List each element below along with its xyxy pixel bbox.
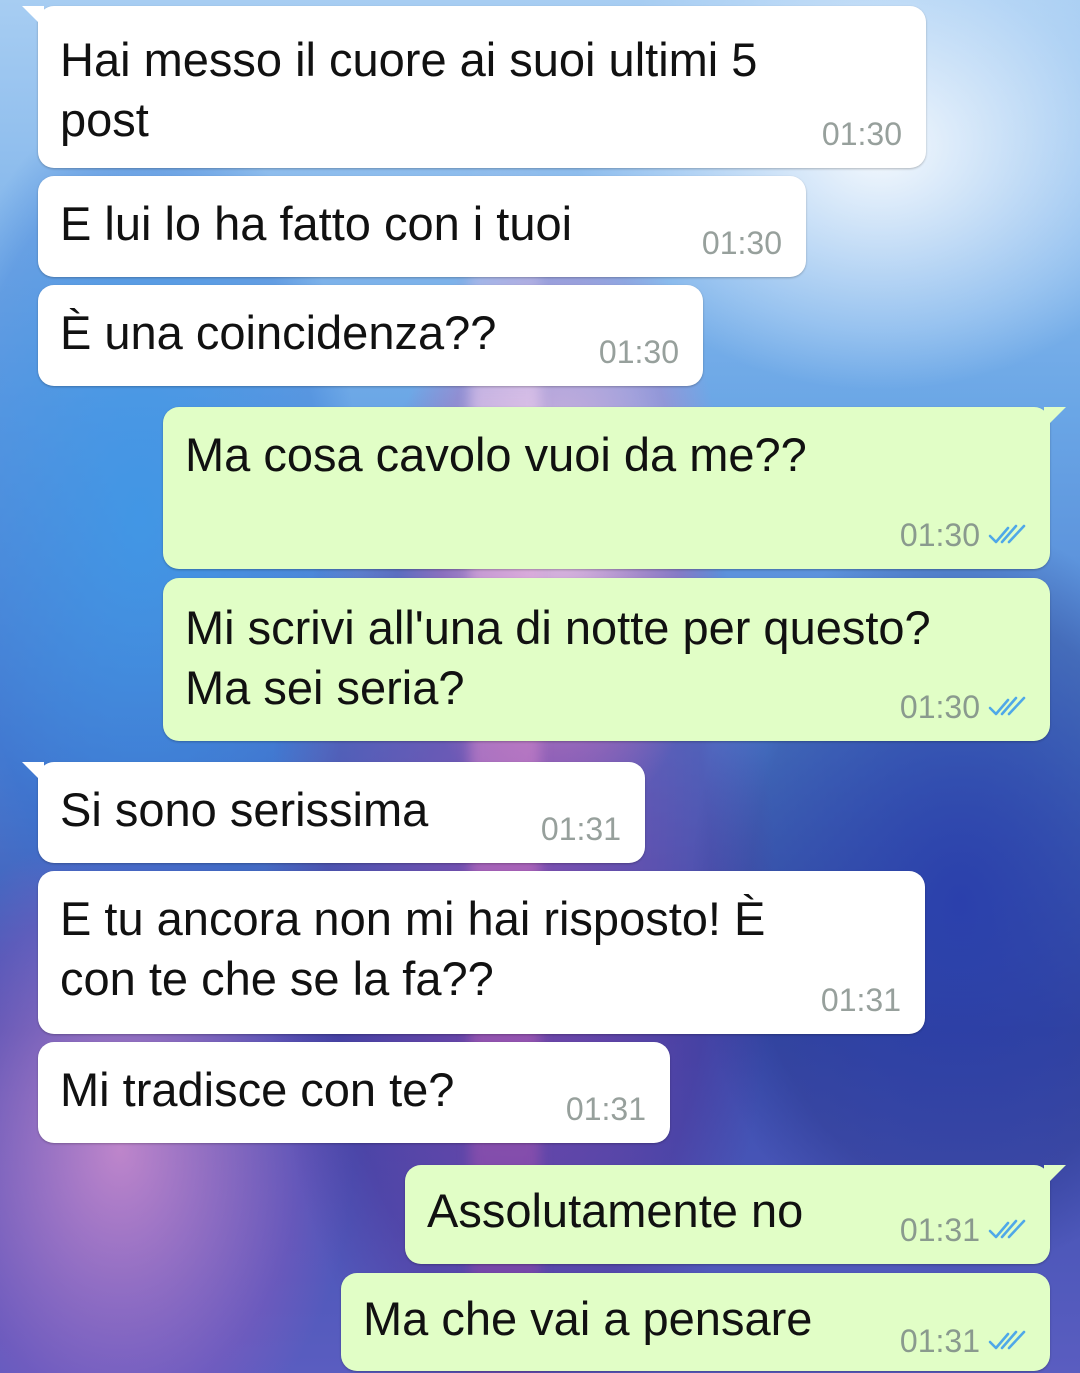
message-line: E lui lo ha fatto con i tuoi <box>60 197 573 250</box>
message-meta: 01:30 <box>900 689 1026 725</box>
message-bubble-incoming[interactable]: E tu ancora non mi hai risposto! È con t… <box>38 871 925 1034</box>
double-check-read-icon <box>988 1330 1026 1350</box>
message-timestamp: 01:30 <box>598 334 679 370</box>
message-text: È una coincidenza?? <box>60 303 496 363</box>
message-bubble-outgoing[interactable]: Assolutamente no 01:31 <box>405 1165 1066 1264</box>
message-text: Ma cosa cavolo vuoi da me?? <box>185 425 807 485</box>
message-text: Ma che vai a pensare <box>363 1289 812 1349</box>
message-line: Ma che vai a pensare <box>363 1292 813 1345</box>
message-meta: 01:31 <box>541 811 621 847</box>
message-line: Hai messo il cuore ai suoi ultimi 5 <box>60 33 758 86</box>
bubble-tail <box>1044 1165 1066 1187</box>
message-meta: 01:30 <box>822 116 902 152</box>
message-line: Si sono serissima <box>60 783 429 836</box>
bubble-tail <box>22 6 44 28</box>
message-meta: 01:31 <box>821 982 901 1018</box>
message-line: Ma sei seria? <box>185 661 465 714</box>
message-line: È una coincidenza?? <box>60 306 497 359</box>
double-check-read-icon <box>988 1219 1026 1239</box>
message-text: Mi tradisce con te? <box>60 1060 454 1120</box>
message-bubble-incoming[interactable]: È una coincidenza?? 01:30 <box>38 285 703 386</box>
message-timestamp: 01:31 <box>565 1091 646 1127</box>
message-line: Mi scrivi all'una di notte per questo? <box>185 601 931 654</box>
message-bubble-outgoing[interactable]: Mi scrivi all'una di notte per questo? M… <box>163 578 1050 741</box>
message-timestamp: 01:30 <box>899 689 980 725</box>
message-line: Ma cosa cavolo vuoi da me?? <box>185 428 807 481</box>
message-text: Si sono serissima <box>60 780 428 840</box>
message-timestamp: 01:30 <box>899 517 980 553</box>
message-text: E tu ancora non mi hai risposto! È con t… <box>60 889 765 1009</box>
message-meta: 01:30 <box>702 225 782 261</box>
message-line: Mi tradisce con te? <box>60 1063 455 1116</box>
message-bubble-incoming[interactable]: Si sono serissima 01:31 <box>22 762 645 863</box>
message-timestamp: 01:31 <box>899 1323 980 1359</box>
message-bubble-outgoing[interactable]: Ma cosa cavolo vuoi da me?? 01:30 <box>163 407 1066 569</box>
message-text: Assolutamente no <box>427 1181 803 1241</box>
bubble-tail <box>1044 407 1066 429</box>
chat-message-list[interactable]: Hai messo il cuore ai suoi ultimi 5 post… <box>0 0 1080 1373</box>
message-text: Mi scrivi all'una di notte per questo? M… <box>185 598 931 718</box>
message-bubble-incoming[interactable]: Hai messo il cuore ai suoi ultimi 5 post… <box>22 6 926 168</box>
bubble-tail <box>22 762 44 784</box>
message-timestamp: 01:31 <box>540 811 621 847</box>
message-meta: 01:30 <box>900 517 1026 553</box>
message-meta: 01:31 <box>900 1212 1026 1248</box>
message-timestamp: 01:30 <box>821 116 902 152</box>
message-text: Hai messo il cuore ai suoi ultimi 5 post <box>60 30 757 150</box>
message-meta: 01:31 <box>566 1091 646 1127</box>
message-bubble-incoming[interactable]: E lui lo ha fatto con i tuoi 01:30 <box>38 176 806 277</box>
message-bubble-incoming[interactable]: Mi tradisce con te? 01:31 <box>38 1042 670 1143</box>
message-meta: 01:30 <box>599 334 679 370</box>
message-timestamp: 01:30 <box>701 225 782 261</box>
double-check-read-icon <box>988 524 1026 544</box>
double-check-read-icon <box>988 696 1026 716</box>
message-text: E lui lo ha fatto con i tuoi <box>60 194 572 254</box>
message-timestamp: 01:31 <box>899 1212 980 1248</box>
message-line: post <box>60 93 149 146</box>
message-line: Assolutamente no <box>427 1184 804 1237</box>
message-line: con te che se la fa?? <box>60 952 494 1005</box>
message-bubble-outgoing[interactable]: Ma che vai a pensare 01:31 <box>341 1273 1050 1371</box>
message-line: E tu ancora non mi hai risposto! È <box>60 892 766 945</box>
message-meta: 01:31 <box>900 1323 1026 1359</box>
message-timestamp: 01:31 <box>820 982 901 1018</box>
